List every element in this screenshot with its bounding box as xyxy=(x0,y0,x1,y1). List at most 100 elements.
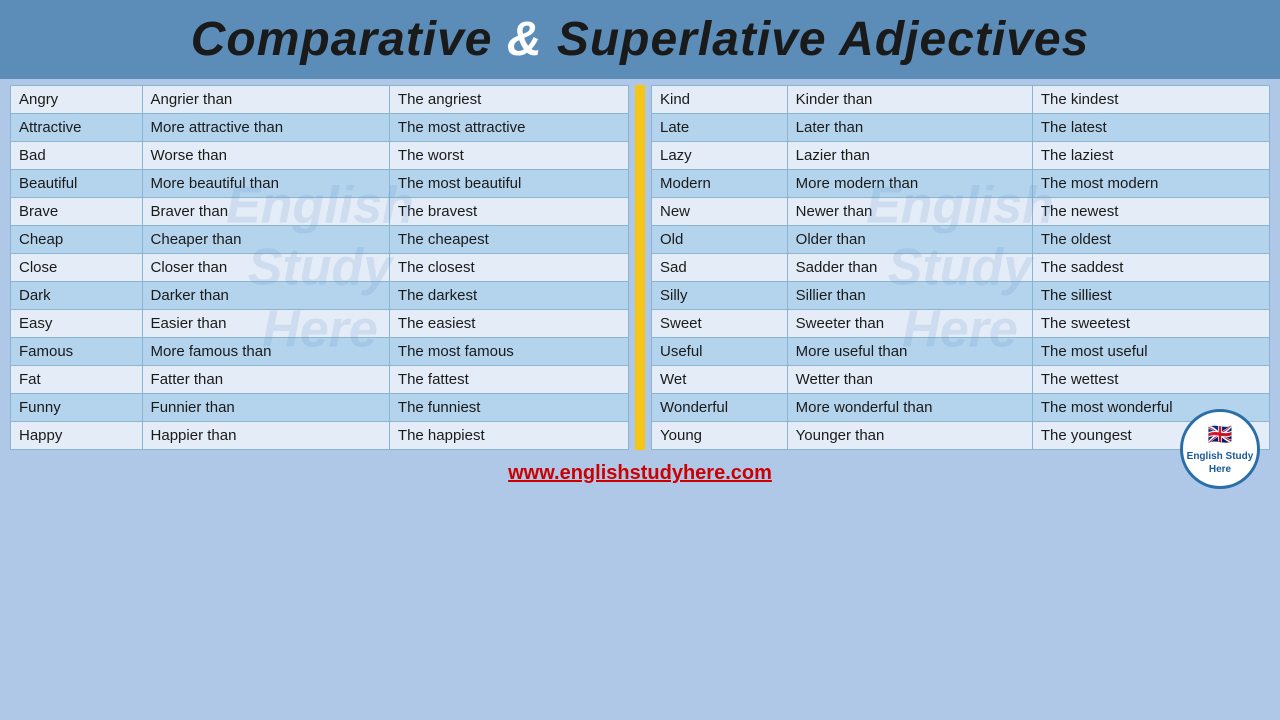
table-cell: Lazier than xyxy=(787,142,1032,170)
table-row: AngryAngrier thanThe angriest xyxy=(11,86,629,114)
table-row: NewNewer thanThe newest xyxy=(652,198,1270,226)
table-cell: The most attractive xyxy=(389,114,628,142)
table-cell: Brave xyxy=(11,198,143,226)
table-row: SillySillier thanThe silliest xyxy=(652,282,1270,310)
table-row: YoungYounger thanThe youngest xyxy=(652,422,1270,450)
table-cell: Kind xyxy=(652,86,788,114)
table-cell: Older than xyxy=(787,226,1032,254)
logo-text: English StudyHere xyxy=(1187,450,1254,476)
table-row: WetWetter thanThe wettest xyxy=(652,366,1270,394)
table-cell: The cheapest xyxy=(389,226,628,254)
table-cell: Young xyxy=(652,422,788,450)
header: Comparative & Superlative Adjectives xyxy=(0,0,1280,79)
right-table-container: KindKinder thanThe kindestLateLater than… xyxy=(651,85,1270,450)
table-cell: The easiest xyxy=(389,310,628,338)
table-cell: The oldest xyxy=(1032,226,1269,254)
table-cell: The silliest xyxy=(1032,282,1269,310)
table-cell: The darkest xyxy=(389,282,628,310)
table-cell: Angrier than xyxy=(142,86,389,114)
table-cell: The bravest xyxy=(389,198,628,226)
website-link[interactable]: www.englishstudyhere.com xyxy=(508,462,772,484)
table-row: LazyLazier thanThe laziest xyxy=(652,142,1270,170)
table-cell: The closest xyxy=(389,254,628,282)
table-cell: The fattest xyxy=(389,366,628,394)
table-cell: The laziest xyxy=(1032,142,1269,170)
table-cell: Bad xyxy=(11,142,143,170)
table-cell: Attractive xyxy=(11,114,143,142)
table-cell: Angry xyxy=(11,86,143,114)
table-cell: Wet xyxy=(652,366,788,394)
table-cell: The latest xyxy=(1032,114,1269,142)
table-cell: More modern than xyxy=(787,170,1032,198)
table-row: WonderfulMore wonderful thanThe most won… xyxy=(652,394,1270,422)
table-cell: The wettest xyxy=(1032,366,1269,394)
table-cell: More attractive than xyxy=(142,114,389,142)
table-cell: The worst xyxy=(389,142,628,170)
table-cell: The funniest xyxy=(389,394,628,422)
table-cell: Easier than xyxy=(142,310,389,338)
table-cell: Sadder than xyxy=(787,254,1032,282)
table-cell: Dark xyxy=(11,282,143,310)
table-row: HappyHappier thanThe happiest xyxy=(11,422,629,450)
table-cell: The most useful xyxy=(1032,338,1269,366)
table-cell: Cheap xyxy=(11,226,143,254)
table-row: BraveBraver thanThe bravest xyxy=(11,198,629,226)
table-cell: Sillier than xyxy=(787,282,1032,310)
table-cell: The kindest xyxy=(1032,86,1269,114)
right-table: KindKinder thanThe kindestLateLater than… xyxy=(651,85,1270,450)
table-row: BadWorse thanThe worst xyxy=(11,142,629,170)
table-cell: Worse than xyxy=(142,142,389,170)
table-row: SweetSweeter thanThe sweetest xyxy=(652,310,1270,338)
table-cell: Darker than xyxy=(142,282,389,310)
table-row: CheapCheaper thanThe cheapest xyxy=(11,226,629,254)
table-cell: Old xyxy=(652,226,788,254)
table-cell: More beautiful than xyxy=(142,170,389,198)
table-cell: Silly xyxy=(652,282,788,310)
table-cell: Sad xyxy=(652,254,788,282)
table-cell: Cheaper than xyxy=(142,226,389,254)
table-cell: More famous than xyxy=(142,338,389,366)
table-cell: The happiest xyxy=(389,422,628,450)
table-row: KindKinder thanThe kindest xyxy=(652,86,1270,114)
table-cell: Happier than xyxy=(142,422,389,450)
table-row: LateLater thanThe latest xyxy=(652,114,1270,142)
table-cell: Younger than xyxy=(787,422,1032,450)
table-row: ModernMore modern thanThe most modern xyxy=(652,170,1270,198)
table-cell: Beautiful xyxy=(11,170,143,198)
table-cell: Fat xyxy=(11,366,143,394)
table-cell: More wonderful than xyxy=(787,394,1032,422)
table-cell: The sweetest xyxy=(1032,310,1269,338)
table-cell: Wonderful xyxy=(652,394,788,422)
table-cell: Easy xyxy=(11,310,143,338)
table-cell: Sweeter than xyxy=(787,310,1032,338)
table-cell: The saddest xyxy=(1032,254,1269,282)
table-cell: Close xyxy=(11,254,143,282)
table-cell: Newer than xyxy=(787,198,1032,226)
table-cell: The most modern xyxy=(1032,170,1269,198)
table-cell: Kinder than xyxy=(787,86,1032,114)
table-cell: Braver than xyxy=(142,198,389,226)
table-row: OldOlder thanThe oldest xyxy=(652,226,1270,254)
title-part1: Comparative xyxy=(191,13,507,66)
title-part2: Superlative Adjectives xyxy=(557,13,1089,66)
table-cell: Happy xyxy=(11,422,143,450)
table-row: FunnyFunnier thanThe funniest xyxy=(11,394,629,422)
column-divider xyxy=(635,85,645,450)
table-row: SadSadder thanThe saddest xyxy=(652,254,1270,282)
table-cell: The angriest xyxy=(389,86,628,114)
table-cell: Modern xyxy=(652,170,788,198)
table-row: EasyEasier thanThe easiest xyxy=(11,310,629,338)
footer: www.englishstudyhere.com 🇬🇧 English Stud… xyxy=(0,456,1280,489)
logo-flag: 🇬🇧 xyxy=(1208,422,1233,448)
table-row: CloseCloser thanThe closest xyxy=(11,254,629,282)
table-cell: Famous xyxy=(11,338,143,366)
table-cell: Funnier than xyxy=(142,394,389,422)
table-cell: Wetter than xyxy=(787,366,1032,394)
table-cell: New xyxy=(652,198,788,226)
table-row: AttractiveMore attractive thanThe most a… xyxy=(11,114,629,142)
table-cell: The most beautiful xyxy=(389,170,628,198)
table-row: FamousMore famous thanThe most famous xyxy=(11,338,629,366)
table-row: BeautifulMore beautiful thanThe most bea… xyxy=(11,170,629,198)
table-cell: Lazy xyxy=(652,142,788,170)
table-cell: Fatter than xyxy=(142,366,389,394)
